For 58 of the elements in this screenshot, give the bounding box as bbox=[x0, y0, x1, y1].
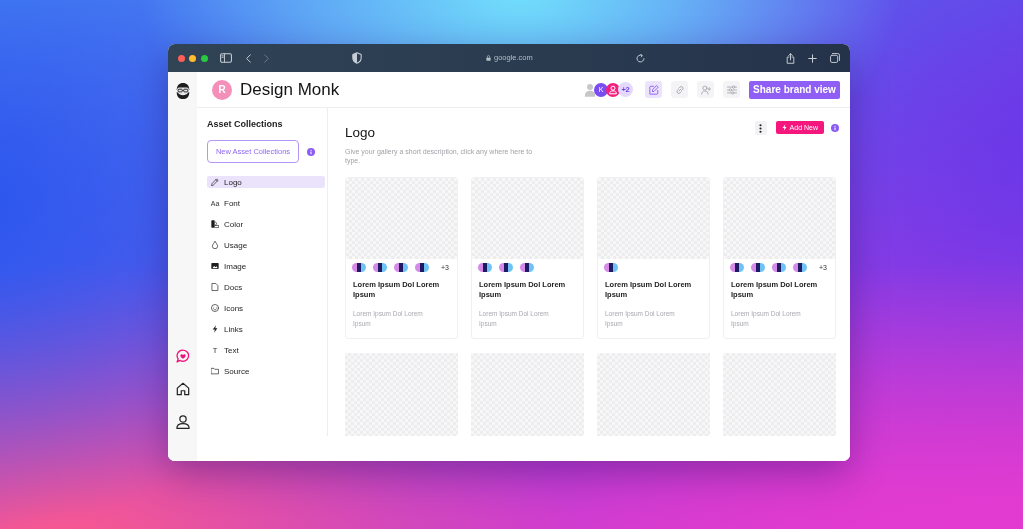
user-icon[interactable] bbox=[175, 415, 190, 429]
nav-item[interactable]: Icons bbox=[207, 302, 325, 314]
lightning-icon bbox=[211, 325, 219, 333]
color-swatch-icon bbox=[772, 263, 786, 272]
share-brand-view-button[interactable]: Share brand view bbox=[749, 80, 840, 99]
nav-item[interactable]: Source bbox=[207, 365, 325, 377]
sidebar-icon[interactable] bbox=[220, 53, 232, 63]
color-swatch-icon bbox=[520, 263, 534, 272]
shield-icon[interactable] bbox=[352, 52, 362, 64]
color-swatch-icon bbox=[499, 263, 513, 272]
color-swatch-icon bbox=[478, 263, 492, 272]
nav-item[interactable]: Color bbox=[207, 218, 325, 230]
workspace-title: Design Monk bbox=[240, 79, 340, 100]
folder-icon bbox=[211, 367, 219, 375]
pencil-icon bbox=[211, 178, 219, 186]
color-swatch-icon bbox=[751, 263, 765, 272]
reload-icon[interactable] bbox=[636, 53, 646, 63]
link-icon bbox=[674, 84, 685, 95]
workspace-avatar: R bbox=[212, 79, 232, 100]
color-swatch-icon bbox=[793, 263, 807, 272]
lightning-icon bbox=[781, 124, 787, 131]
chat-heart-icon[interactable] bbox=[175, 349, 190, 363]
info-icon[interactable] bbox=[831, 124, 839, 132]
nav-item[interactable]: Image bbox=[207, 260, 325, 272]
color-swatch-icon bbox=[373, 263, 387, 272]
add-user-icon bbox=[700, 84, 711, 95]
info-icon[interactable] bbox=[307, 147, 315, 156]
image-icon bbox=[211, 262, 219, 270]
home-icon[interactable] bbox=[175, 382, 190, 396]
window-zoom-button[interactable] bbox=[200, 54, 208, 62]
more-options-button[interactable] bbox=[754, 121, 767, 135]
kebab-icon bbox=[759, 123, 763, 133]
person-silhouette-icon bbox=[584, 82, 596, 97]
share-icon[interactable] bbox=[786, 52, 796, 64]
window-minimize-button[interactable] bbox=[189, 54, 196, 62]
gallery-title: Logo bbox=[345, 125, 376, 141]
paint-swatch-icon bbox=[211, 220, 219, 228]
tabs-icon[interactable] bbox=[829, 53, 840, 63]
drop-icon bbox=[211, 241, 219, 249]
back-icon[interactable] bbox=[245, 53, 251, 63]
section-title: Asset Collections bbox=[207, 118, 284, 131]
nav-item[interactable]: Logo bbox=[207, 176, 325, 188]
plus-icon[interactable] bbox=[808, 53, 818, 63]
lock-icon bbox=[486, 55, 491, 61]
nav-item[interactable]: Links bbox=[207, 323, 325, 335]
document-icon bbox=[211, 283, 219, 291]
smiley-icon bbox=[211, 304, 219, 312]
sliders-icon bbox=[726, 84, 737, 95]
color-swatch-icon bbox=[394, 263, 408, 272]
edit-button[interactable] bbox=[645, 81, 662, 98]
window-close-button[interactable] bbox=[177, 54, 185, 62]
color-swatch-icon bbox=[415, 263, 429, 272]
nav-item[interactable]: Docs bbox=[207, 281, 325, 293]
color-swatch-icon bbox=[352, 263, 366, 272]
color-swatch-icon bbox=[730, 263, 744, 272]
nav-item[interactable]: Usage bbox=[207, 239, 325, 251]
color-swatch-icon bbox=[604, 263, 618, 272]
edit-icon bbox=[648, 84, 659, 95]
